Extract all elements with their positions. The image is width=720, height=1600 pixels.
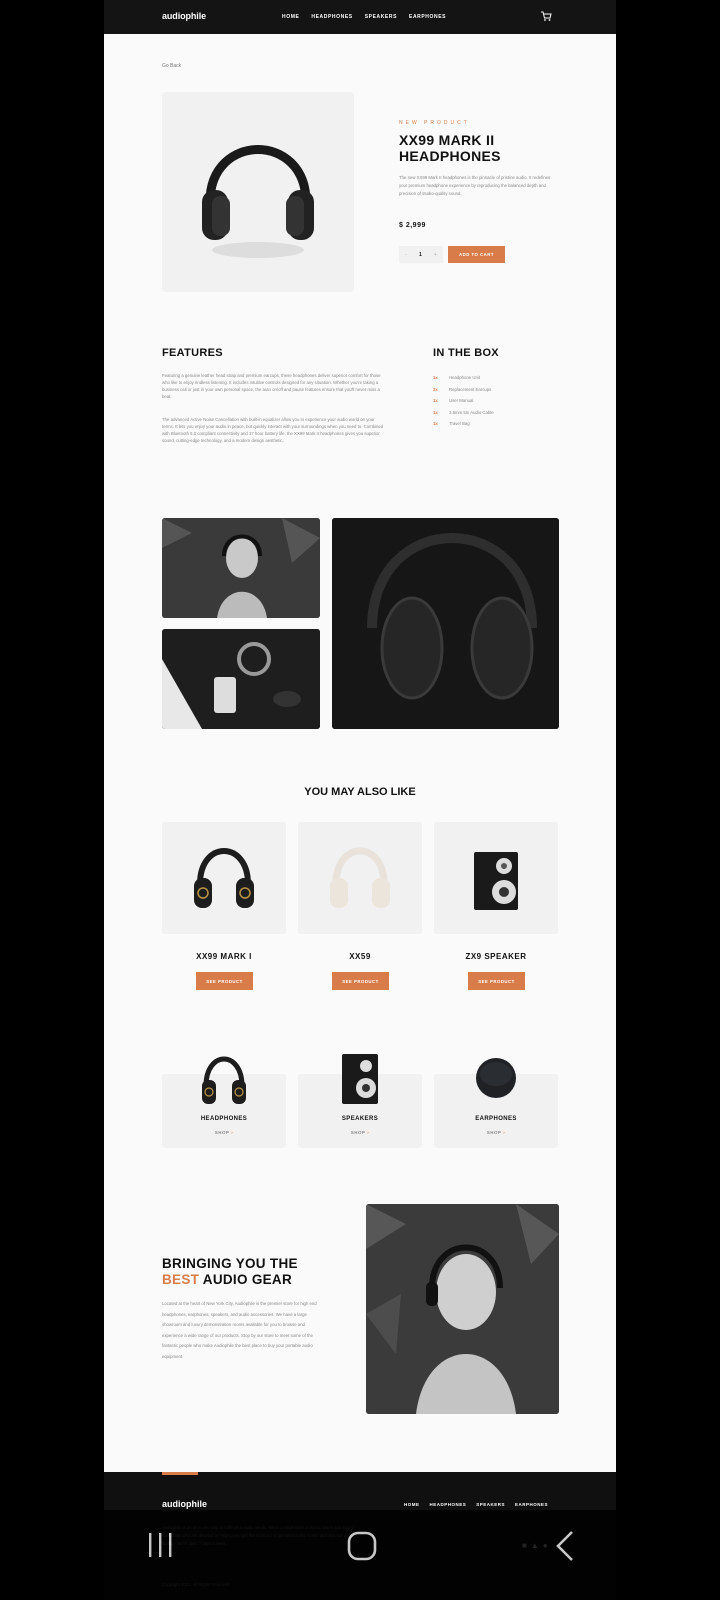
chevron-right-icon: ›: [231, 1130, 234, 1135]
nav-speakers[interactable]: SPEAKERS: [365, 14, 397, 20]
qty-minus-button[interactable]: -: [405, 252, 407, 258]
gallery-image-man-listening: [162, 518, 320, 618]
list-item: 1x User Manual: [433, 395, 494, 407]
headphones-image: [194, 848, 254, 908]
product-description: The new XX99 Mark II headphones is the p…: [399, 175, 551, 196]
site-header: audiophile HOME HEADPHONES SPEAKERS EARP…: [104, 0, 616, 34]
features-title: FEATURES: [162, 347, 223, 359]
shop-label: SHOP: [214, 1130, 230, 1135]
new-product-eyebrow: NEW PRODUCT: [399, 120, 470, 126]
footer-logo[interactable]: audiophile: [162, 1499, 207, 1509]
item-name: Travel Bag: [449, 421, 470, 427]
home-icon[interactable]: [346, 1530, 378, 1562]
system-navigation-bar: [0, 1510, 720, 1600]
shop-link[interactable]: SHOP ›: [434, 1130, 558, 1135]
chevron-right-icon: ›: [367, 1130, 370, 1135]
shop-label: SHOP: [486, 1130, 502, 1135]
item-qty: 1x: [433, 398, 438, 404]
headphones-category-icon: [202, 1056, 246, 1104]
earphones-category-icon: [476, 1058, 516, 1098]
footer-nav: HOME HEADPHONES SPEAKERS EARPHONES: [404, 1502, 548, 1507]
item-qty: 1x: [433, 421, 438, 427]
speaker-category-icon: [342, 1054, 378, 1104]
product-price: $ 2,999: [399, 222, 426, 229]
list-item: 1x 3.5mm 5m Audio Cable: [433, 407, 494, 419]
see-product-button[interactable]: SEE PRODUCT: [468, 972, 525, 990]
quantity-stepper: - 1 +: [399, 246, 443, 263]
footer-nav-speakers[interactable]: SPEAKERS: [476, 1502, 505, 1507]
about-text: Located at the heart of New York City, A…: [162, 1301, 317, 1359]
about-title-accent: BEST: [162, 1272, 200, 1287]
product-title: XX99 MARK II HEADPHONES: [399, 132, 501, 164]
you-may-also-like-title: YOU MAY ALSO LIKE: [304, 786, 416, 798]
item-name: 3.5mm 5m Audio Cable: [449, 409, 494, 415]
about-title-pre: BRINGING YOU THE: [162, 1256, 298, 1271]
product-page: audiophile HOME HEADPHONES SPEAKERS EARP…: [104, 0, 616, 1600]
cart-icon[interactable]: [540, 10, 552, 22]
footer-accent-bar: [162, 1472, 198, 1475]
about-image: [366, 1204, 559, 1414]
about-title: BRINGING YOU THE BEST AUDIO GEAR: [162, 1256, 342, 1288]
category-name-earphones: EARPHONES: [475, 1116, 517, 1122]
footer-nav-home[interactable]: HOME: [404, 1502, 420, 1507]
related-name-xx59: XX59: [349, 952, 371, 961]
chevron-right-icon: ›: [503, 1130, 506, 1135]
features-paragraph-1: Featuring a genuine leather head strap a…: [162, 373, 381, 399]
in-the-box-list: 1x Headphone Unit 2x Replacement Earcups 1…: [433, 372, 494, 430]
qty-value: 1: [418, 251, 422, 258]
related-name-zx9-speaker: ZX9 SPEAKER: [465, 952, 527, 961]
nav-home[interactable]: HOME: [282, 14, 299, 20]
list-item: 1x Travel Bag: [433, 418, 494, 430]
related-card-xx59: [298, 822, 422, 934]
speaker-image: [474, 852, 518, 910]
category-name-speakers: SPEAKERS: [341, 1116, 379, 1122]
nav-headphones[interactable]: HEADPHONES: [311, 14, 352, 20]
item-qty: 1x: [433, 409, 438, 415]
go-back-link[interactable]: Go Back: [162, 63, 181, 69]
main-nav: HOME HEADPHONES SPEAKERS EARPHONES: [282, 14, 446, 20]
footer-nav-earphones[interactable]: EARPHONES: [515, 1502, 548, 1507]
category-name-headphones: HEADPHONES: [200, 1116, 248, 1122]
item-qty: 1x: [433, 375, 438, 380]
related-name-xx99-mark-i: XX99 MARK I: [196, 952, 252, 961]
nav-earphones[interactable]: EARPHONES: [409, 14, 446, 20]
item-qty: 2x: [433, 386, 438, 392]
gallery-image-desk: [162, 629, 320, 729]
shop-link[interactable]: SHOP ›: [298, 1130, 422, 1135]
item-name: Headphone Unit: [449, 375, 481, 380]
related-card-xx99-mark-i: [162, 822, 286, 934]
shop-link[interactable]: SHOP ›: [162, 1130, 286, 1135]
see-product-button[interactable]: SEE PRODUCT: [332, 972, 389, 990]
footer-nav-headphones[interactable]: HEADPHONES: [430, 1502, 467, 1507]
related-card-zx9-speaker: [434, 822, 558, 934]
headphones-image: [202, 145, 314, 258]
see-product-button[interactable]: SEE PRODUCT: [196, 972, 253, 990]
shop-label: SHOP: [350, 1130, 366, 1135]
features-paragraph-2: The advanced Active Noise Cancellation w…: [162, 417, 384, 443]
qty-plus-button[interactable]: +: [434, 252, 437, 258]
gallery-image-headphones-closeup: [332, 518, 559, 729]
item-name: Replacement Earcups: [449, 386, 492, 392]
headphones-image: [330, 847, 390, 908]
product-image: [162, 92, 354, 292]
recent-apps-icon[interactable]: [146, 1530, 176, 1560]
item-name: User Manual: [449, 398, 474, 404]
add-to-cart-button[interactable]: ADD TO CART: [448, 246, 505, 263]
back-icon[interactable]: [552, 1530, 578, 1562]
logo[interactable]: audiophile: [162, 11, 206, 21]
about-title-post: AUDIO GEAR: [202, 1272, 293, 1287]
list-item: 1x Headphone Unit: [433, 372, 494, 384]
list-item: 2x Replacement Earcups: [433, 384, 494, 396]
in-the-box-title: IN THE BOX: [433, 347, 499, 359]
